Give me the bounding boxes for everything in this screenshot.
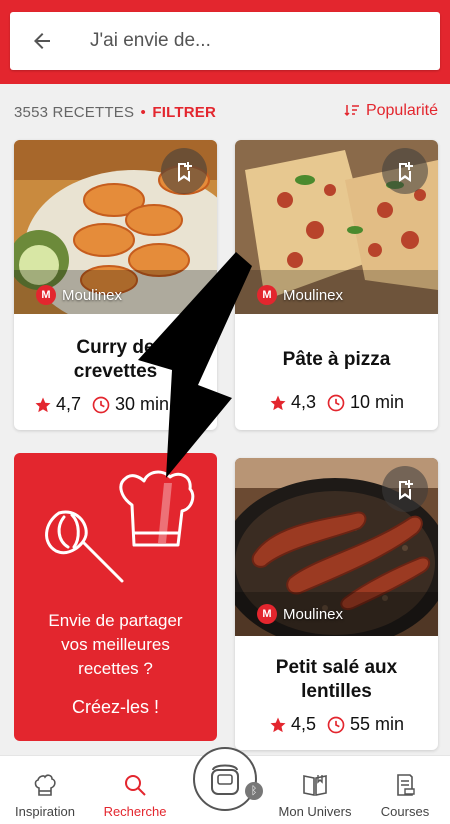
recipe-body: Curry de crevettes 4,7 30 min [14,336,217,415]
tab-mon-univers[interactable]: Mon Univers [270,756,360,824]
filter-button[interactable]: FILTRER [152,104,216,121]
recipe-count-label: 3553 RECETTES [14,104,135,121]
bookmark-add-icon [399,480,413,500]
bookmark-button[interactable] [161,148,207,194]
whisk-chef-hat-icon [45,470,195,583]
separator-dot: • [140,104,146,121]
create-recipe-button[interactable]: Créez-les ! [14,697,217,718]
star-icon [270,395,286,410]
sort-icon [344,105,359,117]
bookmark-button[interactable] [382,148,428,194]
recipe-meta: 4,3 10 min [235,392,438,413]
clock-icon [327,394,345,411]
clock-icon [92,396,110,413]
recipe-title: Curry de crevettes [14,336,217,384]
sort-button[interactable]: Popularité [344,102,438,120]
search-icon [125,775,146,796]
time-value: 10 min [350,392,405,412]
tab-recherche[interactable]: Recherche [90,756,180,824]
recipe-body: Pâte à pizza 4,3 10 min [235,348,438,413]
tab-label: Inspiration [15,804,75,819]
cooker-connect-button[interactable] [193,747,257,811]
recipe-card-petit-sale[interactable]: M Moulinex Petit salé aux lentilles 4,5 … [235,458,438,750]
back-arrow-icon[interactable] [30,29,54,53]
tab-label: Recherche [103,804,167,819]
search-box [10,12,440,70]
cooker-icon [211,764,239,795]
create-recipe-promo[interactable]: Envie de partager vos meilleures recette… [14,453,217,741]
rating-value: 4,3 [290,392,316,412]
rating-value: 4,5 [290,714,316,734]
brand-label: Moulinex [283,286,344,304]
promo-line: vos meilleures [61,635,170,654]
recipe-card-curry[interactable]: M Moulinex Curry de crevettes 4,7 30 min [14,140,217,430]
sort-label: Popularité [365,102,438,119]
promo-line: recettes ? [78,659,153,678]
brand-tag: M Moulinex [36,285,122,305]
recipe-meta: 4,7 30 min [14,394,217,415]
brand-label: Moulinex [283,605,344,623]
tab-inspiration[interactable]: Inspiration [0,756,90,824]
bookmark-add-icon [399,162,413,182]
promo-line: Envie de partager [48,611,183,630]
search-input[interactable] [90,26,420,56]
tab-label: Courses [380,804,430,819]
recipe-meta: 4,5 55 min [235,714,438,735]
bluetooth-icon: ᛒ [245,782,263,800]
filter-bar: 3553 RECETTES • FILTRER Popularité [0,84,450,140]
shopping-list-icon [397,774,415,796]
recipe-title: Petit salé aux lentilles [235,656,438,704]
tab-label: Mon Univers [278,804,352,819]
bookmark-add-icon [178,162,192,182]
recipe-count: 3553 RECETTES • FILTRER [14,104,216,121]
book-icon [303,775,327,796]
clock-icon [327,716,345,733]
recipe-title-line: Petit salé aux [275,657,398,678]
recipe-title-line: Pâte à pizza [282,349,391,370]
bookmark-button[interactable] [382,466,428,512]
recipe-body: Petit salé aux lentilles 4,5 55 min [235,656,438,735]
recipe-title-line: lentilles [301,681,372,702]
time-value: 30 min [115,394,170,414]
tab-courses[interactable]: Courses [360,756,450,824]
brand-label: Moulinex [62,286,123,304]
promo-text: Envie de partager vos meilleures recette… [14,609,217,681]
star-icon [35,397,51,412]
star-icon [270,717,286,732]
brand-tag: M Moulinex [257,604,343,624]
chef-hat-icon [34,774,56,796]
recipe-title-line: Curry de [76,337,155,358]
brand-tag: M Moulinex [257,285,343,305]
moulinex-logo-icon: M [257,604,277,624]
rating-value: 4,7 [56,394,82,414]
moulinex-logo-icon: M [257,285,277,305]
recipe-title: Pâte à pizza [235,348,438,372]
recipe-card-pizza[interactable]: M Moulinex Pâte à pizza 4,3 10 min [235,140,438,430]
time-value: 55 min [350,714,405,734]
moulinex-logo-icon: M [36,285,56,305]
recipe-title-line: crevettes [73,361,158,382]
top-bar [0,0,450,84]
